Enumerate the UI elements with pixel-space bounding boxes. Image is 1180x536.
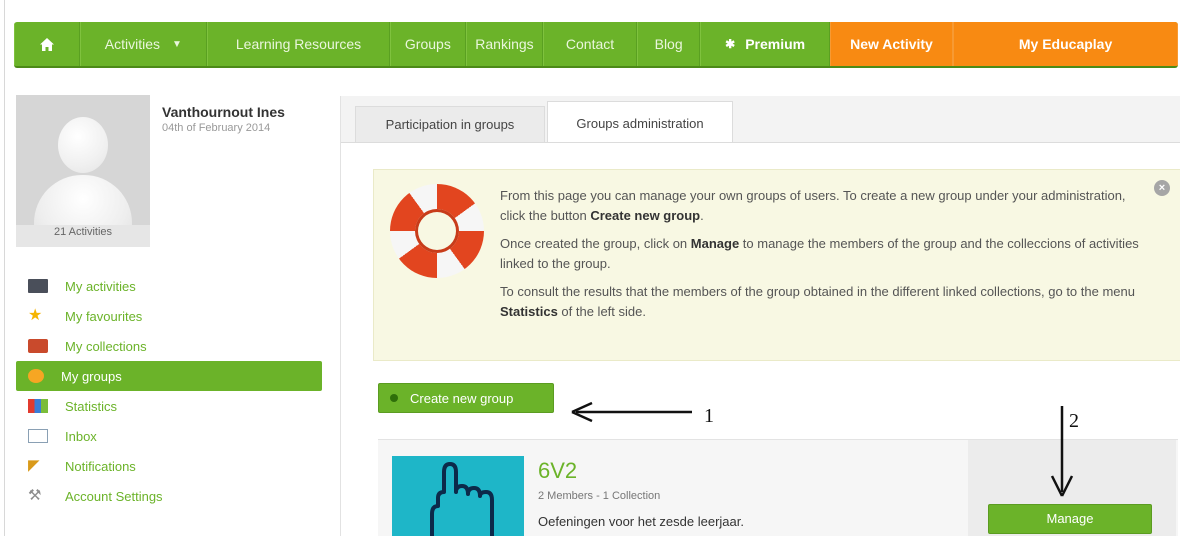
- profile-name: Vanthournout Ines: [162, 104, 285, 120]
- sidebar-item-my-favourites[interactable]: ★ My favourites: [16, 301, 322, 331]
- annotation-label-2: 2: [1069, 410, 1079, 432]
- create-new-group-label: Create new group: [410, 390, 514, 406]
- collections-icon: [28, 339, 48, 353]
- profile-date: 04th of February 2014: [162, 122, 271, 134]
- nav-learning-label: Learning Resources: [235, 36, 362, 52]
- help-p3-text: To consult the results that the members …: [500, 284, 1135, 299]
- nav-groups[interactable]: Groups: [390, 22, 466, 66]
- nav-contact-label: Contact: [565, 36, 615, 52]
- nav-home[interactable]: [14, 22, 80, 66]
- help-p3-end: of the left side.: [557, 304, 646, 319]
- nav-new-activity-label: New Activity: [850, 36, 933, 52]
- avatar: [16, 95, 150, 225]
- group-name[interactable]: 6V2: [538, 458, 577, 484]
- tab-participation-in-groups[interactable]: Participation in groups: [355, 106, 545, 142]
- sidebar-item-statistics[interactable]: Statistics: [16, 391, 322, 421]
- activities-count: 21 Activities: [53, 226, 113, 238]
- star-icon: ✱: [725, 37, 736, 51]
- tab-label: Participation in groups: [385, 117, 515, 132]
- tab-groups-administration[interactable]: Groups administration: [547, 101, 733, 144]
- stats-icon: [28, 399, 48, 413]
- megaphone-icon: ◤: [28, 457, 40, 474]
- sidebar-item-my-collections[interactable]: My collections: [16, 331, 322, 361]
- groups-icon: [28, 369, 44, 383]
- help-text: From this page you can manage your own g…: [500, 186, 1140, 330]
- nav-premium[interactable]: ✱ Premium: [700, 22, 830, 66]
- star-icon: ★: [28, 307, 43, 324]
- nav-premium-label: Premium: [745, 36, 806, 52]
- annotation-label-1: 1: [704, 405, 714, 427]
- help-p3-bold: Statistics: [500, 304, 558, 319]
- sidebar-item-account-settings[interactable]: ⚒ Account Settings: [16, 481, 322, 511]
- sidebar-item-label: Notifications: [65, 458, 136, 474]
- sidebar-menu: My activities ★ My favourites My collect…: [16, 271, 322, 511]
- sidebar-item-label: Statistics: [65, 398, 118, 414]
- lifebuoy-icon: [390, 184, 484, 278]
- create-new-group-button[interactable]: Create new group: [378, 383, 554, 413]
- help-p1-end: .: [700, 208, 704, 223]
- help-paragraph-2: Once created the group, click on Manage …: [500, 234, 1140, 274]
- help-paragraph-3: To consult the results that the members …: [500, 282, 1140, 322]
- plus-icon: [390, 394, 398, 402]
- group-thumbnail[interactable]: [392, 456, 524, 536]
- home-icon: [39, 37, 54, 51]
- tab-label: Groups administration: [576, 115, 704, 131]
- profile-avatar-box[interactable]: 21 Activities: [16, 95, 150, 247]
- help-p2-start: Once created the group, click on: [500, 236, 691, 251]
- nav-rankings-label: Rankings: [475, 36, 534, 52]
- nav-contact[interactable]: Contact: [543, 22, 637, 66]
- top-navigation: Activities ▼ Learning Resources Groups R…: [14, 22, 1178, 68]
- sidebar-item-label: My favourites: [65, 308, 143, 324]
- avatar-head-shape: [58, 117, 108, 173]
- sidebar-item-label: Account Settings: [65, 488, 163, 504]
- help-p1-bold: Create new group: [590, 208, 701, 223]
- sidebar-item-my-activities[interactable]: My activities: [16, 271, 322, 301]
- nav-groups-label: Groups: [404, 36, 451, 52]
- sidebar-item-label: My groups: [61, 368, 122, 384]
- nav-activities[interactable]: Activities ▼: [79, 22, 208, 66]
- chevron-down-icon: ▼: [172, 38, 182, 50]
- envelope-icon: [28, 429, 48, 443]
- help-p2-bold: Manage: [690, 236, 740, 251]
- sidebar-item-my-groups[interactable]: My groups: [16, 361, 322, 391]
- help-box: × From this page you can manage your own…: [373, 169, 1180, 361]
- sidebar-item-label: My collections: [65, 338, 147, 354]
- group-meta: 2 Members - 1 Collection: [538, 490, 661, 502]
- wrench-icon: ⚒: [28, 487, 42, 504]
- close-icon[interactable]: ×: [1154, 180, 1170, 196]
- nav-learning-resources[interactable]: Learning Resources: [207, 22, 391, 66]
- annotation-arrow-1: [571, 401, 692, 423]
- group-description: Oefeningen voor het zesde leerjaar.: [538, 514, 744, 529]
- nav-blog[interactable]: Blog: [636, 22, 701, 66]
- sidebar-item-inbox[interactable]: Inbox: [16, 421, 322, 451]
- nav-new-activity[interactable]: New Activity: [829, 22, 954, 66]
- sidebar-item-notifications[interactable]: ◤ Notifications: [16, 451, 322, 481]
- nav-activities-label: Activities: [104, 36, 160, 52]
- avatar-body-shape: [34, 175, 132, 225]
- help-paragraph-1: From this page you can manage your own g…: [500, 186, 1140, 226]
- nav-rankings[interactable]: Rankings: [465, 22, 544, 66]
- sidebar-item-label: Inbox: [65, 428, 97, 444]
- nav-my-educaplay[interactable]: My Educaplay: [953, 22, 1178, 66]
- hand-pointer-icon: [430, 462, 494, 536]
- sidebar-item-label: My activities: [65, 278, 136, 294]
- nav-blog-label: Blog: [654, 36, 683, 52]
- activities-icon: [28, 279, 48, 293]
- manage-button[interactable]: Manage: [988, 504, 1152, 534]
- nav-my-educaplay-label: My Educaplay: [1018, 36, 1113, 52]
